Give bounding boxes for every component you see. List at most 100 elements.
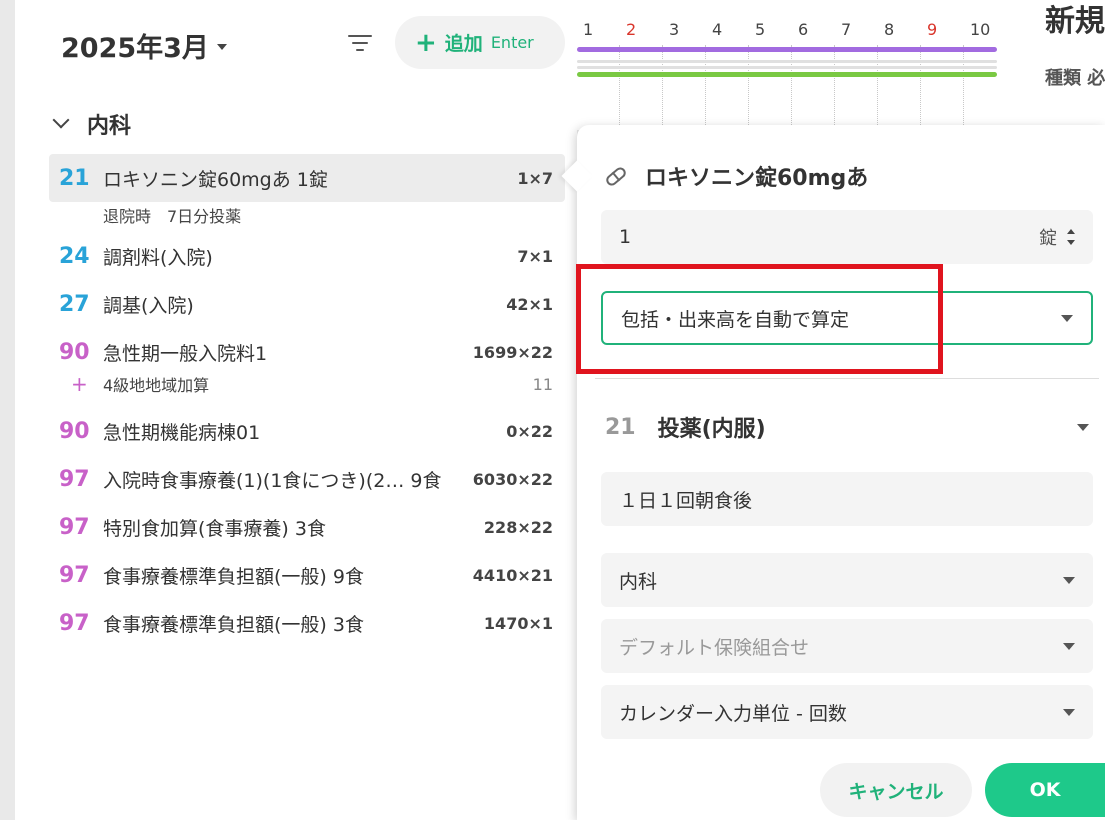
- calendar-day[interactable]: 6: [798, 20, 808, 39]
- order-row[interactable]: 24 調剤料(入院) 7×1: [49, 232, 565, 280]
- insurance-select[interactable]: デフォルト保険組合せ: [601, 619, 1093, 673]
- order-code: 97: [59, 466, 90, 492]
- dropdown-arrow-icon: [1063, 708, 1075, 716]
- order-quantity: 1470×1: [483, 613, 553, 633]
- calendar-gridline: [619, 45, 620, 130]
- app-root: 2025年3月 + 追加 Enter 内科 21 ロキソニン錠60mgあ 1錠 1×…: [0, 0, 1105, 820]
- calendar-day[interactable]: 3: [669, 20, 679, 39]
- month-selector[interactable]: 2025年3月: [61, 26, 227, 65]
- order-code: 90: [59, 418, 90, 444]
- usage-field[interactable]: １日１回朝食後: [601, 472, 1093, 526]
- dropdown-arrow-icon: [1077, 423, 1089, 431]
- stepper-arrows-icon[interactable]: [1067, 229, 1075, 245]
- dropdown-arrow-icon: [1063, 642, 1075, 650]
- month-label: 2025年3月: [61, 33, 209, 64]
- calendar-bar[interactable]: [577, 72, 997, 77]
- drug-name: ロキソニン錠60mgあ: [645, 166, 869, 191]
- calendar-gridline: [705, 45, 706, 130]
- section-select[interactable]: 21 投薬(内服): [605, 411, 1089, 443]
- order-addon-row[interactable]: +4級地地域加算 11: [71, 372, 565, 396]
- order-code: 97: [59, 514, 90, 540]
- order-title: 調剤料(入院): [103, 246, 213, 269]
- insurance-placeholder: デフォルト保険組合せ: [619, 636, 810, 659]
- department-group-header[interactable]: 内科: [52, 108, 132, 140]
- quantity-stepper[interactable]: 1 錠: [601, 210, 1093, 264]
- divider: [595, 378, 1099, 379]
- calendar-gridline: [920, 45, 921, 130]
- order-row[interactable]: 21 ロキソニン錠60mgあ 1錠 1×7: [49, 154, 565, 202]
- calendar-gridline: [834, 45, 835, 130]
- order-quantity: 1699×22: [472, 342, 553, 362]
- calendar-bar[interactable]: [577, 47, 997, 52]
- dropdown-arrow-icon: [1061, 314, 1073, 322]
- order-title: 食事療養標準負担額(一般) 9食: [103, 565, 364, 588]
- calendar-day[interactable]: 2: [626, 20, 636, 39]
- section-code: 21: [605, 414, 636, 440]
- order-quantity: 7×1: [517, 246, 553, 266]
- order-list-panel: 2025年3月 + 追加 Enter 内科 21 ロキソニン錠60mgあ 1錠 1×…: [15, 0, 577, 820]
- order-title: 調基(入院): [103, 294, 194, 317]
- order-row[interactable]: 90 急性期機能病棟01 0×22: [49, 407, 565, 455]
- calendar-bar[interactable]: [577, 60, 997, 63]
- calendar-day[interactable]: 1: [583, 20, 593, 39]
- order-quantity: 228×22: [483, 517, 553, 537]
- type-label: 種類 必: [1045, 68, 1105, 89]
- order-subtext: 退院時 7日分投薬: [103, 207, 242, 226]
- order-quantity: 4410×21: [472, 565, 553, 585]
- order-code: 97: [59, 562, 90, 588]
- calendar-day[interactable]: 7: [841, 20, 851, 39]
- pill-icon: [604, 164, 628, 188]
- order-code: 90: [59, 339, 90, 365]
- calendar-gridline: [877, 45, 878, 130]
- order-row[interactable]: 97 食事療養標準負担額(一般) 9食 4410×21: [49, 551, 565, 599]
- department-value: 内科: [619, 570, 658, 593]
- order-quantity: 0×22: [506, 421, 553, 441]
- calendar-day[interactable]: 8: [884, 20, 894, 39]
- calendar-bar[interactable]: [577, 66, 997, 69]
- order-row[interactable]: 27 調基(入院) 42×1: [49, 280, 565, 328]
- addon-value: 11: [532, 374, 553, 394]
- department-name: 内科: [87, 114, 132, 139]
- calendar-day[interactable]: 10: [970, 20, 990, 39]
- order-code: 24: [59, 243, 90, 269]
- order-code: 27: [59, 291, 90, 317]
- order-title: 入院時食事療養(1)(1食につき)(2… 9食: [103, 469, 442, 492]
- chevron-down-icon: [52, 111, 70, 129]
- dropdown-arrow-icon: [1063, 576, 1075, 584]
- calendar-gridline: [791, 45, 792, 130]
- order-row[interactable]: 97 入院時食事療養(1)(1食につき)(2… 9食 6030×22: [49, 455, 565, 503]
- order-row[interactable]: 90 急性期一般入院料1 1699×22: [49, 328, 565, 376]
- highlight-box: [576, 264, 943, 374]
- order-quantity: 1×7: [517, 168, 553, 188]
- popover-header: ロキソニン錠60mgあ: [604, 160, 869, 192]
- ok-button[interactable]: OK: [985, 763, 1105, 817]
- calendar-gridline: [748, 45, 749, 130]
- calendar-day[interactable]: 5: [755, 20, 765, 39]
- plus-icon: +: [71, 372, 88, 396]
- quantity-unit: 錠: [1039, 228, 1057, 249]
- order-row[interactable]: 97 食事療養標準負担額(一般) 3食 1470×1: [49, 599, 565, 647]
- addon-label: 4級地地域加算: [103, 376, 210, 395]
- order-row[interactable]: 97 特別食加算(食事療養) 3食 228×22: [49, 503, 565, 551]
- new-entry-title: 新規: [1045, 4, 1105, 39]
- order-title: 急性期一般入院料1: [103, 342, 268, 365]
- calendar-unit-value: カレンダー入力単位 - 回数: [619, 702, 847, 725]
- section-title: 投薬(内服): [657, 417, 766, 442]
- order-title: 特別食加算(食事療養) 3食: [103, 517, 326, 540]
- add-button-label: 追加: [444, 33, 483, 55]
- order-title: ロキソニン錠60mgあ 1錠: [103, 168, 328, 191]
- calendar-unit-select[interactable]: カレンダー入力単位 - 回数: [601, 685, 1093, 739]
- order-quantity: 6030×22: [472, 469, 553, 489]
- filter-icon[interactable]: [348, 33, 372, 53]
- quantity-value: 1: [619, 226, 632, 248]
- cancel-button[interactable]: キャンセル: [820, 763, 972, 817]
- calendar-gridline: [662, 45, 663, 130]
- order-quantity: 42×1: [506, 294, 553, 314]
- calendar-day[interactable]: 4: [712, 20, 722, 39]
- calendar-gridline: [963, 45, 964, 130]
- order-title: 急性期機能病棟01: [103, 421, 261, 444]
- add-button[interactable]: + 追加 Enter: [395, 16, 565, 69]
- add-shortcut-hint: Enter: [490, 33, 534, 52]
- calendar-day[interactable]: 9: [927, 20, 937, 39]
- department-select[interactable]: 内科: [601, 553, 1093, 607]
